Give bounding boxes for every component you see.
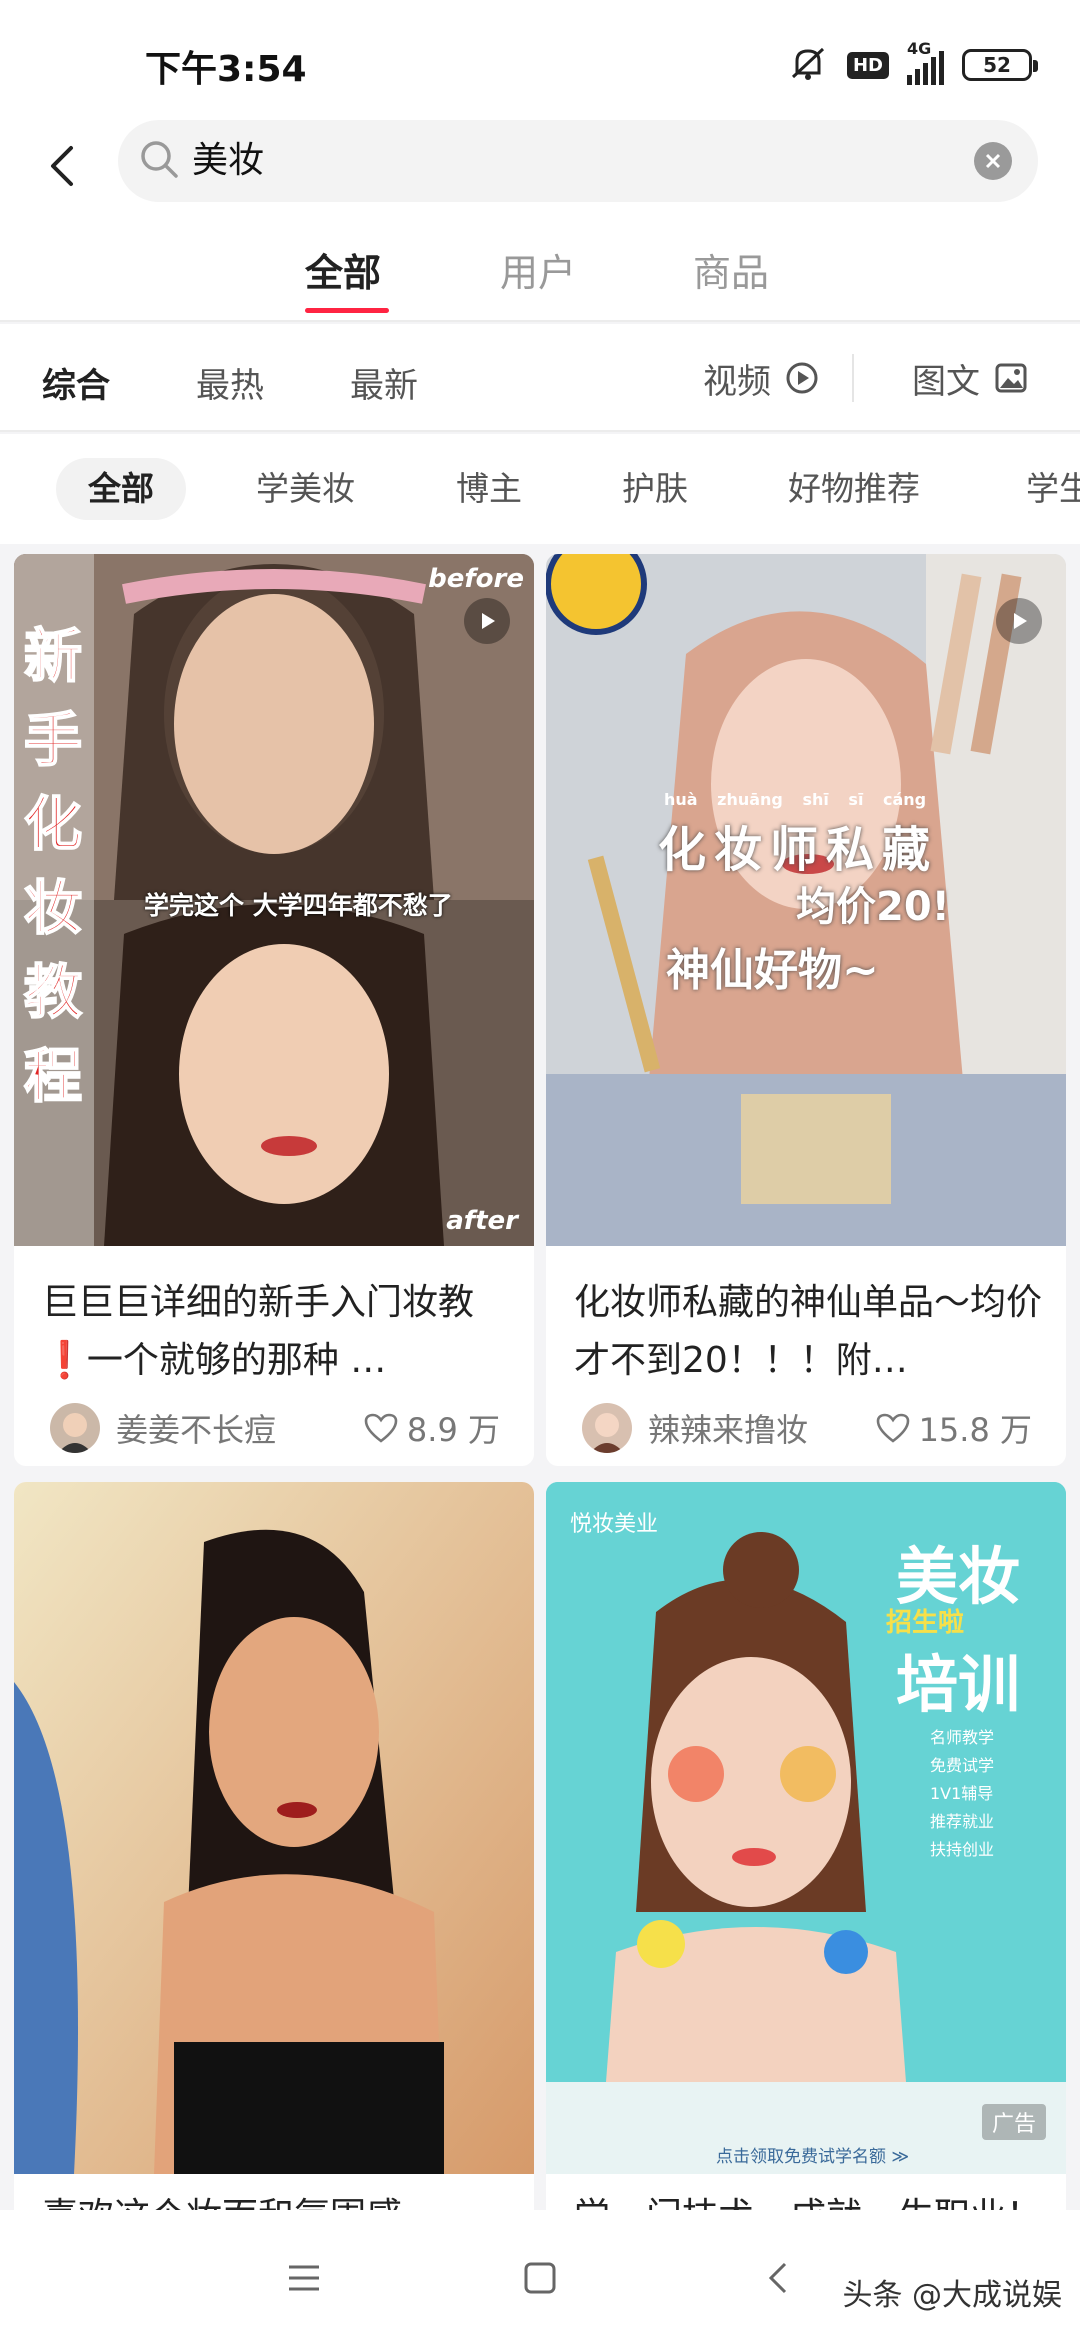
ad-brand: 悦妆美业 [570, 1512, 659, 1537]
filter-image-text[interactable]: 图文 [912, 354, 1028, 402]
video-play-icon [996, 598, 1042, 644]
chip-students[interactable]: 学生 [994, 458, 1080, 520]
avatar[interactable] [50, 1403, 100, 1453]
sort-row: 综合 最热 最新 视频 图文 [0, 324, 1080, 432]
status-time: 下午3:54 [145, 49, 307, 90]
image-icon [995, 363, 1027, 393]
chip-learn-makeup[interactable]: 学美妆 [224, 458, 387, 520]
category-chips: 全部 学美妆 博主 护肤 好物推荐 学生 [0, 434, 1080, 544]
watermark: 头条 @大成说娱 [842, 2278, 1062, 2313]
menu-button[interactable] [274, 2248, 334, 2308]
card-title: 化妆师私藏的神仙单品～均价才不到20！！！附… [574, 1282, 1043, 1381]
tab-all[interactable]: 全部 [305, 242, 381, 297]
ad-bullet: 免费试学 [930, 1756, 995, 1775]
note-card[interactable]: 新手化妆教程 学完这个 大学四年都不愁了 before after 巨巨巨详细的… [14, 554, 534, 1466]
cover-pinyin: huà zhuāng shī sī cáng [664, 790, 927, 809]
cover-after-label: after [446, 1206, 518, 1236]
status-icons: HD 4G 52 [787, 39, 1038, 90]
tab-products[interactable]: 商品 [693, 242, 769, 297]
chip-good-products[interactable]: 好物推荐 [756, 458, 952, 520]
filter-video[interactable]: 视频 [703, 354, 819, 402]
chip-bloggers[interactable]: 博主 [424, 458, 554, 520]
back-triangle-icon [768, 2262, 787, 2294]
back-button[interactable] [26, 130, 98, 202]
search-header [0, 120, 1080, 212]
filter-image-text-label: 图文 [912, 361, 980, 402]
sort-comprehensive[interactable]: 综合 [42, 358, 110, 407]
card-cover-image: 新手化妆教程 学完这个 大学四年都不愁了 before after [14, 554, 534, 1246]
card-footer: 姜姜不长痘 8.9 万 [50, 1400, 500, 1456]
ad-bullet-list: 名师教学 免费试学 1V1辅导 推荐就业 扶持创业 [930, 1724, 1060, 1864]
battery-level: 52 [983, 53, 1011, 77]
clear-search-icon[interactable] [974, 142, 1012, 180]
card-footer: 辣辣来撸妆 15.8 万 [582, 1400, 1032, 1456]
cover-side-title: 新手化妆教程 [23, 621, 83, 1111]
search-icon [136, 136, 184, 188]
ad-ribbon-label: 广告 [981, 2104, 1046, 2140]
mute-icon [787, 43, 829, 87]
search-box[interactable] [118, 120, 1038, 202]
cover-line-1: 化妆师私藏 [658, 822, 939, 878]
ad-bullet: 名师教学 [930, 1728, 995, 1747]
card-title: 学一门技术，成就一生职业！ [574, 2188, 1044, 2210]
sort-divider [852, 354, 854, 402]
card-cover-image: 悦妆美业 美妆 招生啦 培训 名师教学 免费试学 1V1辅导 推荐就业 扶持创业… [546, 1482, 1066, 2174]
active-tab-indicator [305, 308, 389, 313]
cover-line-2: 均价20! [796, 884, 950, 930]
author-name[interactable]: 辣辣来撸妆 [648, 1405, 875, 1451]
square-home-icon [524, 2262, 556, 2294]
cover-caption: 学完这个 大学四年都不愁了 [144, 891, 453, 920]
cover-line-3: 神仙好物~ [666, 945, 879, 996]
primary-tabs: 全部 用户 商品 [0, 212, 1080, 322]
ad-bullet: 1V1辅导 [930, 1784, 994, 1803]
video-play-icon [464, 598, 510, 644]
menu-icon [289, 2265, 319, 2291]
battery-icon: 52 [962, 49, 1038, 81]
note-card[interactable]: huà zhuāng shī sī cáng 化妆师私藏 均价20! 神仙好物~… [546, 554, 1066, 1466]
ad-cta: 点击领取免费试学名额 ≫ [716, 2147, 910, 2167]
cover-before-label: before [428, 564, 524, 594]
avatar[interactable] [582, 1403, 632, 1453]
like-button[interactable]: 8.9 万 [363, 1405, 500, 1451]
home-button[interactable] [510, 2248, 570, 2308]
like-button[interactable]: 15.8 万 [875, 1405, 1032, 1451]
chip-skincare[interactable]: 护肤 [590, 458, 720, 520]
hd-badge: HD [846, 51, 889, 79]
tab-users[interactable]: 用户 [500, 242, 576, 297]
note-card[interactable]: 喜欢这个妆面和氛围感 [14, 1482, 534, 2210]
system-back-button[interactable] [748, 2248, 808, 2308]
like-count: 8.9 万 [406, 1411, 500, 1449]
ad-card[interactable]: 悦妆美业 美妆 招生啦 培训 名师教学 免费试学 1V1辅导 推荐就业 扶持创业… [546, 1482, 1066, 2210]
sort-hottest[interactable]: 最热 [196, 358, 264, 407]
signal-icon: 4G [907, 39, 944, 85]
network-label: 4G [907, 39, 932, 58]
search-input[interactable] [192, 120, 892, 202]
card-title: 巨巨巨详细的新手入门妆教❗️一个就够的那种 … [42, 1282, 475, 1381]
ad-bullet: 推荐就业 [930, 1812, 995, 1831]
system-nav-bar: 头条 @大成说娱 [0, 2210, 1080, 2340]
card-cover-image [14, 1482, 534, 2174]
status-bar: 下午3:54 HD 4G 52 [0, 0, 1080, 120]
sort-newest[interactable]: 最新 [350, 358, 418, 407]
author-name[interactable]: 姜姜不长痘 [116, 1405, 363, 1451]
play-circle-icon [786, 362, 818, 394]
search-results-feed: 新手化妆教程 学完这个 大学四年都不愁了 before after 巨巨巨详细的… [0, 544, 1080, 2210]
filter-video-label: 视频 [703, 361, 771, 402]
ad-bullet: 扶持创业 [930, 1840, 995, 1859]
chip-all[interactable]: 全部 [56, 458, 186, 520]
back-arrow-icon [51, 146, 73, 186]
card-title: 喜欢这个妆面和氛围感 [42, 2188, 512, 2210]
card-cover-image: huà zhuāng shī sī cáng 化妆师私藏 均价20! 神仙好物~ [546, 554, 1066, 1246]
heart-icon [364, 1413, 398, 1443]
heart-icon [876, 1413, 909, 1443]
portrait-cover-illustration [14, 1482, 534, 2174]
ad-headline-2: 培训 [896, 1648, 1021, 1721]
like-count: 15.8 万 [918, 1411, 1032, 1449]
